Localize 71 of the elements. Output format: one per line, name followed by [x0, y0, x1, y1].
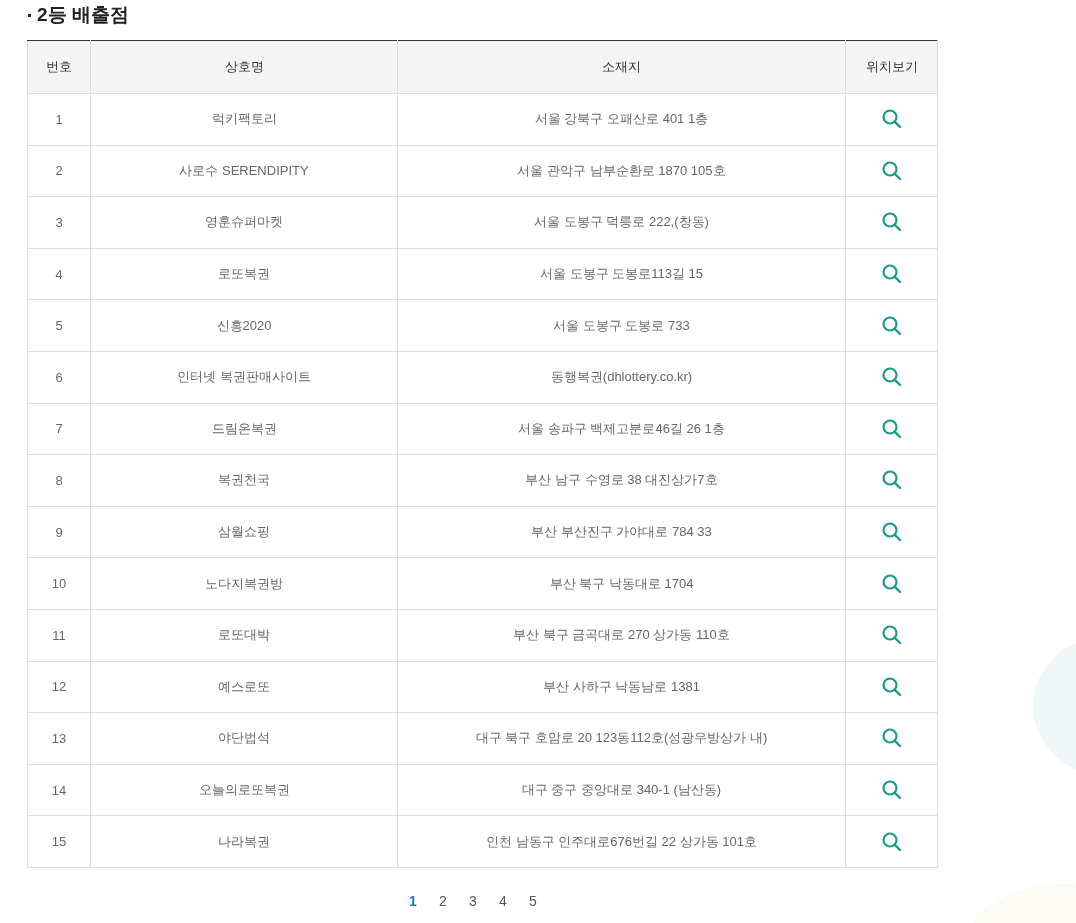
- table-cell: 로또복권: [218, 266, 270, 282]
- table-cell: 부산 부산진구 가야대로 784 33: [531, 524, 712, 540]
- table-cell: 서울 관악구 남부순환로 1870 105호: [517, 162, 726, 178]
- table-cell: 서울 도봉구 덕릉로 222,(창동): [534, 214, 709, 230]
- table-cell: 9: [55, 524, 63, 540]
- table-cell: 럭키팩토리: [211, 111, 277, 127]
- table-cell: 10: [51, 576, 67, 592]
- table-cell: 복권천국: [218, 472, 270, 488]
- search-icon[interactable]: [880, 366, 903, 389]
- table-cell: 대구 중구 중앙대로 340-1 (남산동): [521, 782, 722, 797]
- search-icon[interactable]: [880, 108, 903, 131]
- page-link[interactable]: 4: [496, 892, 510, 909]
- page-link[interactable]: 5: [526, 892, 540, 909]
- table-cell: 13: [51, 730, 67, 746]
- search-icon[interactable]: [880, 211, 903, 234]
- table-cell: 예스로또: [218, 678, 270, 694]
- table-cell: 드림온복권: [211, 420, 277, 436]
- column-header: 위치보기: [845, 40, 938, 94]
- table-cell: 인터넷 복권판매사이트: [177, 369, 311, 385]
- table-cell: 인천 남동구 인주대로676번길 22 상가동 101호: [486, 833, 757, 849]
- table-cell: 영훈슈퍼마켓: [205, 214, 283, 230]
- table-cell: 12: [51, 679, 67, 695]
- table-cell: 14: [51, 782, 67, 798]
- table-cell: 오늘의로또복권: [198, 782, 290, 797]
- table-cell: 사로수 SERENDIPITY: [179, 162, 309, 178]
- column-header: 번호: [27, 40, 91, 94]
- table-cell: 대구 북구 호암로 20 123동112호(성광우방상가 내): [475, 730, 768, 746]
- search-icon[interactable]: [880, 727, 903, 750]
- search-icon[interactable]: [880, 159, 903, 182]
- page-link[interactable]: 2: [436, 892, 450, 909]
- search-icon[interactable]: [880, 314, 903, 337]
- search-icon[interactable]: [880, 469, 903, 492]
- table-cell: 2: [55, 163, 63, 179]
- table-cell: 7: [55, 421, 63, 437]
- table-cell: 서울 강북구 오패산로 401 1층: [534, 111, 709, 127]
- table-cell: 3: [55, 215, 63, 230]
- search-icon[interactable]: [880, 521, 903, 544]
- table-cell: 삼월쇼핑: [218, 524, 270, 540]
- table-cell: 부산 남구 수영로 38 대진상가7호: [525, 472, 718, 488]
- bullet-icon: [28, 13, 31, 17]
- table-cell: 부산 북구 금곡대로 270 상가동 110호: [513, 627, 730, 643]
- table-cell: 서울 도봉구 도봉로 733: [553, 317, 690, 333]
- table-cell: 1: [55, 111, 63, 127]
- column-header: 상호명: [90, 40, 398, 94]
- search-icon[interactable]: [880, 624, 903, 647]
- table-cell: 동행복권(dhlottery.co.kr): [550, 369, 693, 385]
- section-title: 2등 배출점: [37, 3, 129, 27]
- table-cell: 야단법석: [218, 730, 270, 746]
- table-cell: 15: [51, 834, 67, 850]
- table-cell: 11: [52, 627, 66, 643]
- table-cell: 노다지복권방: [205, 575, 283, 591]
- table-cell: 6: [55, 369, 63, 385]
- table-cell: 5: [55, 318, 63, 334]
- table-cell: 서울 도봉구 도봉로113길 15: [540, 266, 703, 282]
- page-link[interactable]: 1: [406, 892, 420, 909]
- search-icon[interactable]: [880, 417, 903, 440]
- table-cell: 신흥2020: [216, 317, 272, 333]
- search-icon[interactable]: [880, 572, 903, 595]
- table-cell: 로또대박: [218, 627, 270, 643]
- table-cell: 나라복권: [218, 833, 270, 849]
- table-cell: 부산 북구 낙동대로 1704: [549, 575, 694, 591]
- table-cell: 서울 송파구 백제고분로46길 26 1층: [518, 420, 725, 436]
- search-icon[interactable]: [880, 675, 903, 698]
- search-icon[interactable]: [880, 263, 903, 286]
- table-cell: 8: [55, 472, 63, 488]
- table-cell: 부산 사하구 낙동남로 1381: [543, 678, 700, 694]
- table-cell: 4: [55, 266, 63, 282]
- page-link[interactable]: 3: [466, 892, 480, 909]
- search-icon[interactable]: [880, 779, 903, 801]
- search-icon[interactable]: [880, 830, 903, 853]
- column-header: 소재지: [397, 40, 846, 94]
